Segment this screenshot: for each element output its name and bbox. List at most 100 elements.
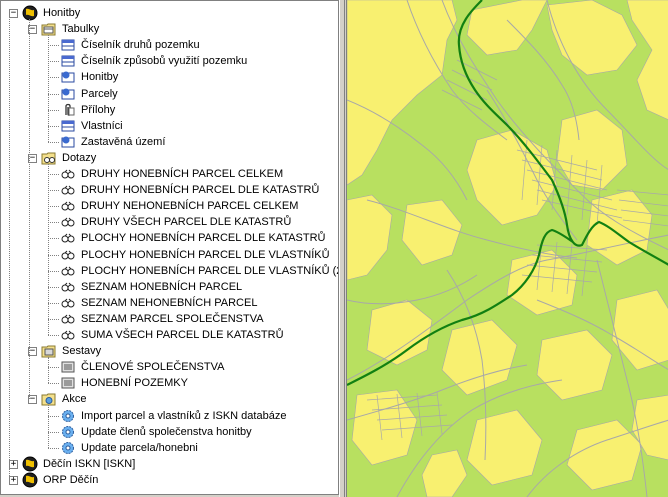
gear-icon	[60, 424, 76, 440]
tree-item[interactable]: Vlastníci	[60, 118, 125, 134]
query-icon	[60, 198, 76, 214]
tree-item[interactable]: Číselník druhů pozemku	[60, 37, 202, 53]
tree-item[interactable]: SUMA VŠECH PARCEL DLE KATASTRŮ	[60, 327, 286, 343]
tree-node-other-root[interactable]: Děčín ISKN [ISKN]	[22, 456, 137, 472]
tree-connector	[48, 125, 59, 127]
tree-connector	[48, 415, 59, 417]
tree-connector	[48, 61, 59, 63]
tree-item[interactable]: DRUHY HONEBNÍCH PARCEL DLE KATASTRŮ	[60, 182, 321, 198]
map-view[interactable]	[346, 0, 668, 497]
map-layer-icon	[60, 69, 76, 85]
query-icon	[60, 230, 76, 246]
tree-connector	[48, 238, 59, 240]
gear-icon	[60, 408, 76, 424]
tree-item[interactable]: SEZNAM HONEBNÍCH PARCEL	[60, 279, 244, 295]
tree-node-other-root-label: Děčín ISKN [ISKN]	[43, 457, 136, 470]
tree-item-label: Parcely	[81, 87, 118, 100]
tree-connector	[48, 254, 59, 256]
tree-item-label: PLOCHY HONEBNÍCH PARCEL DLE VLASTNÍKŮ	[81, 248, 330, 261]
tree-connector	[48, 174, 59, 175]
tree-item[interactable]: DRUHY HONEBNÍCH PARCEL CELKEM	[60, 166, 285, 182]
tree-item[interactable]: Honitby	[60, 69, 120, 85]
tree-item-label: SEZNAM NEHONEBNÍCH PARCEL	[81, 296, 258, 309]
tree-item[interactable]: HONEBNÍ POZEMKY	[60, 375, 190, 391]
tree-connector	[48, 222, 59, 224]
table-icon	[60, 53, 76, 69]
tree-item-label: SEZNAM PARCEL SPOLEČENSTVA	[81, 312, 264, 325]
tree-item[interactable]: PLOCHY HONEBNÍCH PARCEL DLE KATASTRŮ	[60, 230, 328, 246]
tree-group-sestavy[interactable]: Sestavy	[41, 343, 103, 359]
tree-item-label: Update parcela/honebni	[81, 441, 198, 454]
tree-item-label: Honitby	[81, 71, 119, 84]
tree-item-label: Zastavěná území	[81, 135, 166, 148]
tree-item[interactable]: PLOCHY HONEBNÍCH PARCEL DLE VLASTNÍKŮ (2…	[60, 263, 338, 279]
tree-item[interactable]: Číselník způsobů využití pozemku	[60, 53, 249, 69]
tree-item[interactable]: SEZNAM NEHONEBNÍCH PARCEL	[60, 295, 259, 311]
tree-connector	[48, 335, 59, 336]
project-tree[interactable]: − Honitby − Tabulky Číselník druhů pozemku Čí…	[0, 0, 339, 495]
tree-connector	[48, 270, 59, 272]
tree-connector	[48, 93, 59, 95]
tree-item-label: PLOCHY HONEBNÍCH PARCEL DLE KATASTRŮ	[81, 232, 326, 245]
map-layer-icon	[60, 134, 76, 150]
tree-node-root[interactable]: Honitby	[22, 5, 82, 21]
tree-item[interactable]: Update parcela/honebni	[60, 440, 200, 456]
report-icon	[60, 359, 76, 375]
tree-item[interactable]: DRUHY VŠECH PARCEL DLE KATASTRŮ	[60, 214, 293, 230]
tree-connector	[48, 447, 59, 449]
tree-connector	[9, 19, 10, 476]
paperclip-icon	[60, 102, 76, 118]
tree-connector	[48, 405, 49, 448]
tree-group-dotazy-label: Dotazy	[62, 151, 97, 164]
tree-connector	[48, 367, 59, 369]
tree-item-label: DRUHY HONEBNÍCH PARCEL DLE KATASTRŮ	[81, 184, 320, 197]
tree-connector	[48, 318, 59, 320]
tree-item-label: Update členů společenstva honitby	[81, 425, 252, 438]
tree-group-tabulky[interactable]: Tabulky	[41, 21, 101, 37]
tree-item-label: HONEBNÍ POZEMKY	[81, 377, 188, 390]
pane-splitter[interactable]	[339, 0, 345, 497]
tree-connector	[48, 383, 59, 385]
tree-item[interactable]: Import parcel a vlastníků z ISKN databáz…	[60, 408, 288, 424]
tree-node-root-expander[interactable]: −	[9, 9, 18, 18]
tree-item[interactable]: Update členů společenstva honitby	[60, 424, 254, 440]
map-layer-icon	[60, 86, 76, 102]
tree-item-label: Přílohy	[81, 103, 116, 116]
app-window: − Honitby − Tabulky Číselník druhů pozemku Čí…	[0, 0, 668, 497]
tree-group-dotazy[interactable]: Dotazy	[41, 150, 98, 166]
tree-item[interactable]: DRUHY NEHONEBNÍCH PARCEL CELKEM	[60, 198, 300, 214]
tree-connector	[48, 109, 59, 111]
tree-item-label: DRUHY HONEBNÍCH PARCEL CELKEM	[81, 168, 284, 180]
globe-icon	[22, 5, 38, 21]
tree-item[interactable]: PLOCHY HONEBNÍCH PARCEL DLE VLASTNÍKŮ	[60, 247, 332, 263]
tree-node-root-label: Honitby	[43, 7, 81, 19]
tree-item[interactable]: ČLENOVÉ SPOLEČENSTVA	[60, 359, 226, 375]
tree-connector	[48, 357, 49, 384]
query-icon	[60, 214, 76, 230]
tree-item[interactable]: Přílohy	[60, 102, 117, 118]
tree-node-other-root-expander[interactable]: +	[9, 475, 18, 485]
tree-item[interactable]: Zastavěná území	[60, 134, 167, 150]
tree-item[interactable]: SEZNAM PARCEL SPOLEČENSTVA	[60, 311, 266, 327]
action-folder-icon	[41, 391, 57, 407]
tree-node-other-root-expander[interactable]: +	[9, 459, 18, 469]
tree-item-label: Import parcel a vlastníků z ISKN databáz…	[81, 409, 287, 422]
tree-item-label: Číselník druhů pozemku	[81, 39, 200, 52]
query-icon	[60, 166, 76, 182]
tree-connector	[48, 45, 59, 47]
tree-item-label: DRUHY NEHONEBNÍCH PARCEL CELKEM	[81, 200, 299, 213]
tree-node-other-root[interactable]: ORP Děčín	[22, 472, 100, 488]
tree-item-label: SUMA VŠECH PARCEL DLE KATASTRŮ	[81, 329, 284, 341]
tree-connector	[48, 206, 59, 208]
tree-item[interactable]: Parcely	[60, 86, 120, 102]
query-icon	[60, 263, 76, 279]
query-icon	[60, 295, 76, 311]
tree-group-akce-label: Akce	[62, 393, 87, 406]
tree-connector	[48, 141, 59, 143]
map-canvas[interactable]	[347, 0, 668, 497]
query-icon	[60, 247, 76, 263]
query-icon	[60, 279, 76, 295]
table-icon	[60, 118, 76, 134]
tree-connector	[48, 286, 59, 288]
tree-group-tabulky-label: Tabulky	[62, 23, 100, 36]
